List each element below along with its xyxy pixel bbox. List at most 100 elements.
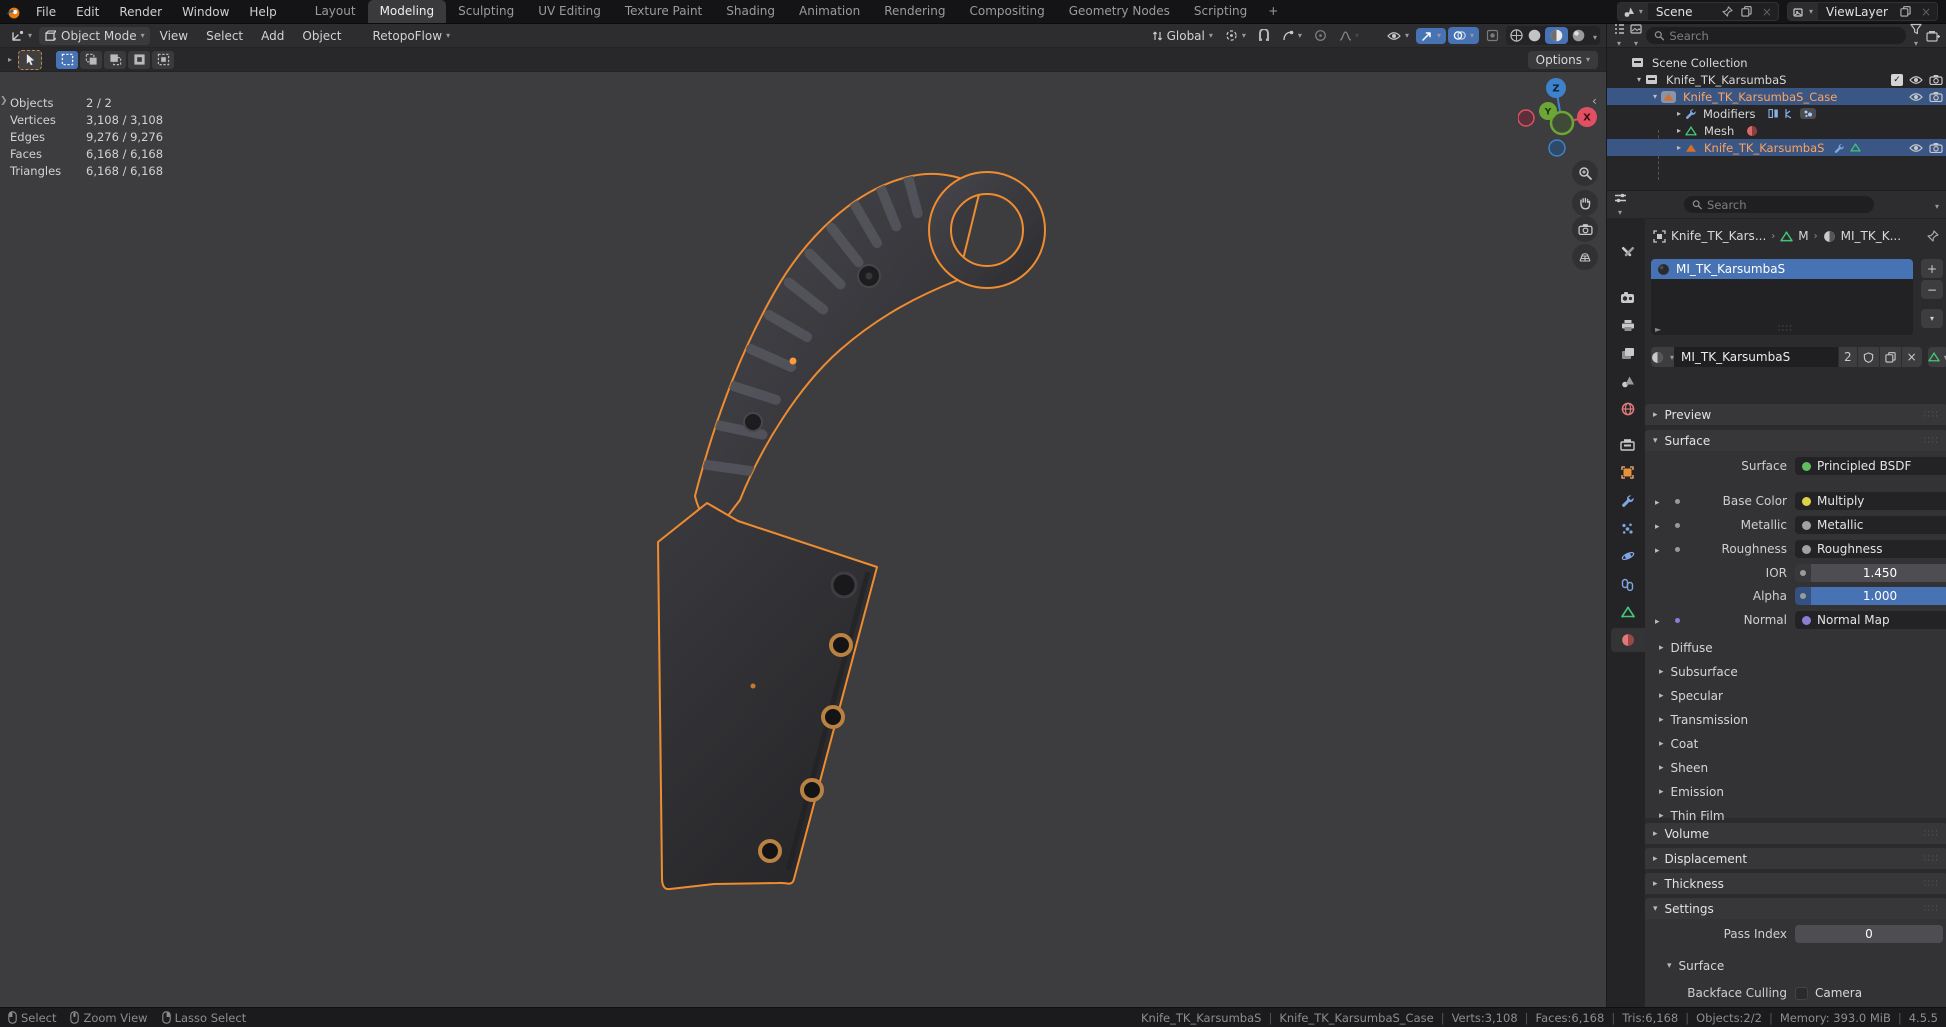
tab-layout[interactable]: Layout bbox=[303, 0, 368, 23]
view-layer-tab[interactable] bbox=[1610, 341, 1645, 365]
link-material-dropdown[interactable] bbox=[1928, 347, 1946, 367]
tab-rendering[interactable]: Rendering bbox=[872, 0, 957, 23]
zoom-view-button[interactable] bbox=[1572, 160, 1598, 186]
pin-id-icon[interactable] bbox=[1927, 230, 1939, 242]
tab-shading[interactable]: Shading bbox=[714, 0, 787, 23]
smooth-by-angle-icon[interactable] bbox=[1800, 108, 1816, 119]
physics-tab[interactable] bbox=[1610, 544, 1645, 568]
mode-dropdown[interactable]: Object Mode bbox=[39, 27, 150, 45]
outliner-search-input[interactable] bbox=[1669, 29, 1898, 43]
tab-modeling[interactable]: Modeling bbox=[368, 0, 447, 23]
section-specular[interactable]: Specular bbox=[1659, 687, 1723, 705]
select-mode-set[interactable] bbox=[56, 51, 78, 69]
shading-material-preview-button[interactable] bbox=[1545, 27, 1568, 44]
scene-name[interactable]: Scene bbox=[1648, 5, 1718, 19]
output-tab[interactable] bbox=[1610, 313, 1645, 337]
menu-render[interactable]: Render bbox=[109, 0, 172, 23]
material-sphere-icon[interactable] bbox=[1746, 125, 1758, 137]
collection-tab[interactable] bbox=[1610, 432, 1645, 456]
shading-wireframe-button[interactable] bbox=[1509, 28, 1524, 43]
add-workspace-button[interactable]: + bbox=[1259, 0, 1287, 23]
viewport-3d[interactable]: Object Mode View Select Add Object Retop… bbox=[0, 24, 1606, 1007]
object-data-tab[interactable] bbox=[1610, 600, 1645, 624]
world-tab[interactable] bbox=[1610, 397, 1645, 421]
transform-orientation-dropdown[interactable]: Global bbox=[1147, 27, 1218, 45]
shading-solid-button[interactable] bbox=[1527, 28, 1542, 43]
bevel-modifier-icon[interactable] bbox=[1784, 108, 1795, 119]
add-material-slot-button[interactable]: + bbox=[1921, 259, 1943, 278]
row-collection-knife[interactable]: ▾ Knife_TK_KarsumbaS ✓ bbox=[1607, 71, 1946, 88]
panel-surface-header[interactable]: Surface········ bbox=[1645, 430, 1946, 451]
settings-surface-subpanel[interactable]: Surface bbox=[1667, 957, 1724, 975]
view-layer-name[interactable]: ViewLayer bbox=[1818, 5, 1896, 19]
scene-unlink-icon[interactable]: × bbox=[1756, 5, 1778, 19]
retopoflow-menu[interactable]: RetopoFlow bbox=[367, 27, 455, 45]
new-material-copy-icon[interactable] bbox=[1879, 347, 1901, 367]
render-visibility-icon[interactable] bbox=[1929, 142, 1943, 153]
render-tab[interactable] bbox=[1610, 285, 1645, 309]
tab-uv-editing[interactable]: UV Editing bbox=[526, 0, 613, 23]
section-diffuse[interactable]: Diffuse bbox=[1659, 639, 1713, 657]
panel-volume-header[interactable]: Volume········ bbox=[1645, 823, 1946, 844]
knife-model[interactable] bbox=[640, 130, 1120, 930]
object-data-icon[interactable] bbox=[1850, 143, 1861, 152]
menu-edit[interactable]: Edit bbox=[66, 0, 109, 23]
editor-type-icon[interactable] bbox=[6, 27, 37, 44]
gizmos-toggle[interactable] bbox=[1416, 28, 1446, 44]
object-tab[interactable] bbox=[1610, 460, 1645, 484]
section-transmission[interactable]: Transmission bbox=[1659, 711, 1748, 729]
normal-input[interactable]: Normal Map bbox=[1795, 611, 1946, 629]
expand-arrow-icon[interactable]: ▸ bbox=[1673, 126, 1685, 135]
scene-tab[interactable] bbox=[1610, 369, 1645, 393]
ior-slider[interactable]: 1.450 bbox=[1795, 564, 1946, 582]
base-color-input[interactable]: Multiply bbox=[1795, 492, 1946, 510]
unlink-material-icon[interactable]: × bbox=[1901, 347, 1922, 367]
panel-settings-header[interactable]: Settings········ bbox=[1645, 898, 1946, 919]
hide-eye-icon[interactable] bbox=[1909, 75, 1923, 85]
snap-target-dropdown[interactable] bbox=[1220, 27, 1251, 44]
properties-search-input[interactable] bbox=[1707, 198, 1866, 212]
roughness-input[interactable]: Roughness bbox=[1795, 540, 1946, 558]
breadcrumb-object[interactable]: Knife_TK_Kars... bbox=[1671, 229, 1766, 243]
properties-options-dropdown[interactable] bbox=[1931, 198, 1939, 212]
outliner-filter-image-icon[interactable] bbox=[1630, 23, 1642, 49]
shading-rendered-button[interactable] bbox=[1571, 28, 1586, 43]
hide-eye-icon[interactable] bbox=[1909, 143, 1923, 153]
proportional-falloff-dropdown[interactable] bbox=[1334, 28, 1364, 44]
mirror-modifier-icon[interactable] bbox=[1768, 108, 1779, 119]
select-mode-intersect[interactable] bbox=[152, 51, 174, 69]
alpha-socket-knob[interactable] bbox=[1795, 587, 1811, 605]
tab-sculpting[interactable]: Sculpting bbox=[446, 0, 526, 23]
section-sheen[interactable]: Sheen bbox=[1659, 759, 1708, 777]
camera-view-button[interactable] bbox=[1572, 216, 1598, 242]
select-mode-invert[interactable] bbox=[128, 51, 150, 69]
expand-arrow-icon[interactable]: ▸ bbox=[1673, 143, 1685, 152]
selectability-visibility-dropdown[interactable] bbox=[1382, 29, 1414, 43]
render-visibility-icon[interactable] bbox=[1929, 74, 1943, 85]
overlays-toggle[interactable] bbox=[1448, 27, 1479, 44]
menu-object[interactable]: Object bbox=[294, 27, 349, 45]
row-case-object[interactable]: ▾ Knife_TK_KarsumbaS_Case bbox=[1607, 88, 1946, 105]
outliner-filter-icon[interactable] bbox=[1910, 23, 1922, 49]
select-mode-subtract[interactable] bbox=[104, 51, 126, 69]
section-emission[interactable]: Emission bbox=[1659, 783, 1724, 801]
tab-scripting[interactable]: Scripting bbox=[1182, 0, 1259, 23]
tool-settings-expand-icon[interactable]: ▸ bbox=[8, 55, 12, 64]
alpha-slider[interactable]: 1.000 bbox=[1795, 587, 1946, 605]
tool-tab[interactable] bbox=[1610, 241, 1645, 265]
object-modifiers-icon[interactable] bbox=[1834, 143, 1844, 153]
material-slot-active[interactable]: MI_TK_KarsumbaS bbox=[1651, 259, 1913, 279]
row-scene-collection[interactable]: Scene Collection bbox=[1607, 54, 1946, 71]
scene-copy-icon[interactable] bbox=[1737, 3, 1756, 20]
pan-view-button[interactable] bbox=[1572, 190, 1598, 216]
blender-logo-icon[interactable] bbox=[0, 0, 26, 23]
modifiers-tab[interactable] bbox=[1610, 488, 1645, 512]
tab-texture-paint[interactable]: Texture Paint bbox=[613, 0, 714, 23]
navigation-gizmo[interactable]: Z Y X bbox=[1518, 76, 1606, 171]
constraints-tab[interactable] bbox=[1610, 572, 1645, 596]
menu-file[interactable]: File bbox=[26, 0, 66, 23]
material-tab[interactable] bbox=[1611, 628, 1645, 652]
render-visibility-icon[interactable] bbox=[1929, 91, 1943, 102]
material-user-count[interactable]: 2 bbox=[1838, 347, 1857, 367]
view-layer-icon[interactable] bbox=[1788, 3, 1818, 20]
